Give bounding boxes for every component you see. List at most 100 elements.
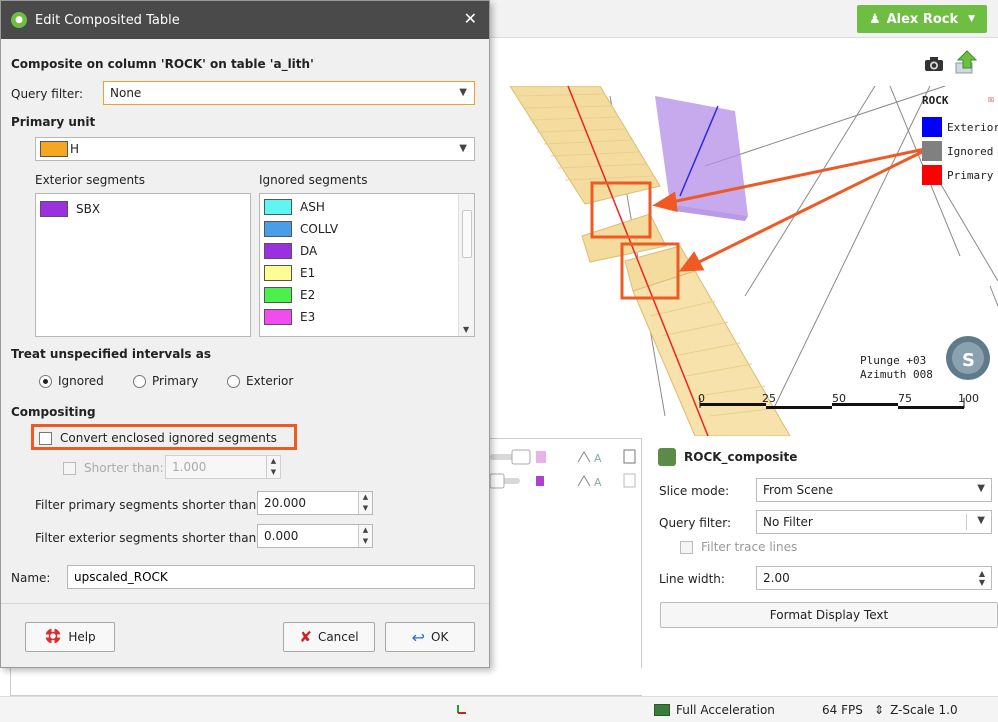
- treat-unspecified-label: Treat unspecified intervals as: [11, 347, 211, 361]
- list-item[interactable]: DA: [260, 240, 474, 262]
- name-label: Name:: [11, 571, 51, 585]
- object-row[interactable]: A: [489, 471, 640, 491]
- scene-toolbar: [490, 38, 998, 86]
- name-input[interactable]: [67, 565, 475, 589]
- status-bar: Full Acceleration 64 FPS ⇕ Z-Scale 1.0: [0, 696, 998, 722]
- svg-text:A: A: [594, 476, 602, 489]
- legend-swatch: [922, 117, 942, 137]
- list-item[interactable]: E2: [260, 284, 474, 306]
- zscale-status[interactable]: ⇕ Z-Scale 1.0: [874, 703, 958, 717]
- list-item[interactable]: E1: [260, 262, 474, 284]
- query-filter-select[interactable]: No Filter ▼: [756, 510, 992, 534]
- format-display-text-button[interactable]: Format Display Text: [660, 602, 998, 628]
- close-icon[interactable]: ✕: [464, 11, 477, 27]
- list-item[interactable]: COLLV: [260, 218, 474, 240]
- orientation-readout: Plunge +03 Azimuth 008: [860, 354, 933, 382]
- spinner-arrows-icon[interactable]: ▲ ▼: [979, 569, 985, 587]
- line-width-label: Line width:: [659, 572, 725, 586]
- chevron-down-icon: ▼: [459, 143, 467, 154]
- properties-header: ROCK_composite: [658, 448, 797, 466]
- filter-trace-lines-option[interactable]: Filter trace lines: [680, 540, 797, 554]
- radio-primary[interactable]: Primary: [133, 374, 198, 388]
- cancel-x-icon: ✘: [299, 628, 312, 646]
- share-upload-icon[interactable]: [954, 50, 978, 74]
- convert-enclosed-option[interactable]: Convert enclosed ignored segments: [39, 431, 277, 445]
- unit-swatch: [264, 221, 292, 237]
- object-row[interactable]: A: [490, 447, 640, 467]
- list-item[interactable]: SBX: [36, 198, 250, 220]
- primary-unit-swatch: [40, 141, 68, 157]
- legend-label: Exterior: [947, 120, 998, 134]
- plunge-readout: Plunge +03: [860, 354, 927, 367]
- spinner-arrows-icon[interactable]: ▲ ▼: [358, 525, 372, 547]
- list-scrollbar[interactable]: ▼: [458, 194, 474, 336]
- chevron-down-icon: ▼: [977, 483, 985, 494]
- zscale-icon: ⇕: [874, 703, 885, 717]
- unit-swatch: [264, 199, 292, 215]
- primary-unit-label: Primary unit: [11, 115, 96, 129]
- ignored-segments-list[interactable]: ASH COLLV DA E1 E2 E3 ▼: [259, 193, 475, 337]
- camera-icon[interactable]: [922, 52, 946, 76]
- unit-swatch: [264, 309, 292, 325]
- divider: [1, 603, 489, 604]
- ignored-segments-label: Ignored segments: [259, 173, 368, 187]
- composite-table-icon: [658, 448, 676, 466]
- legend-item: Ignored: [922, 139, 998, 163]
- compositing-label: Compositing: [11, 405, 96, 419]
- filter-primary-label: Filter primary segments shorter than:: [35, 498, 261, 512]
- slice-mode-select[interactable]: From Scene ▼: [756, 478, 992, 502]
- legend-item: Exterior: [922, 115, 998, 139]
- query-filter-label: Query filter:: [11, 87, 84, 101]
- user-icon: ♟: [868, 11, 881, 27]
- ok-button[interactable]: ↩ OK: [385, 622, 475, 652]
- properties-title: ROCK_composite: [684, 450, 798, 464]
- radio-ignored[interactable]: Ignored: [39, 374, 104, 388]
- scale-bar-labels: 0 25 50 75 100: [690, 392, 998, 410]
- 3d-scene-view[interactable]: S ROCK ☒ Exterior Ignored Primary Plunge…: [490, 86, 998, 436]
- shorter-than-option[interactable]: Shorter than:: [63, 461, 164, 475]
- acceleration-status: Full Acceleration: [654, 703, 775, 717]
- shorter-than-checkbox[interactable]: [63, 461, 76, 475]
- user-menu-button[interactable]: ♟ Alex Rock ▼: [857, 5, 987, 33]
- chevron-down-icon[interactable]: ▼: [463, 325, 469, 334]
- close-icon[interactable]: ☒: [988, 94, 994, 105]
- user-name: Alex Rock: [886, 11, 959, 27]
- legend-swatch: [922, 165, 942, 185]
- legend-label: Primary: [947, 168, 994, 182]
- filter-exterior-spinner[interactable]: 0.000 ▲ ▼: [257, 524, 373, 548]
- primary-unit-select[interactable]: H ▼: [35, 137, 475, 161]
- legend-item: Primary: [922, 163, 998, 187]
- list-item[interactable]: ASH: [260, 196, 474, 218]
- ok-arrow-icon: ↩: [411, 627, 426, 647]
- scene-legend: ROCK ☒ Exterior Ignored Primary: [922, 94, 998, 187]
- legend-title: ROCK: [922, 94, 949, 107]
- azimuth-readout: Azimuth 008: [860, 368, 933, 381]
- help-button[interactable]: Help: [25, 622, 115, 652]
- filter-trace-lines-checkbox[interactable]: [680, 540, 693, 554]
- legend-label: Ignored: [947, 144, 994, 158]
- convert-enclosed-checkbox[interactable]: [39, 431, 52, 445]
- dialog-titlebar[interactable]: ● Edit Composited Table ✕: [1, 1, 489, 39]
- spinner-arrows-icon[interactable]: ▲ ▼: [358, 492, 372, 514]
- scale-tick-label: 50: [832, 392, 846, 405]
- query-filter-label: Query filter:: [659, 516, 732, 530]
- scale-tick-label: 0: [698, 392, 705, 405]
- slice-mode-label: Slice mode:: [659, 484, 730, 498]
- properties-panel: ROCK_composite Slice mode: From Scene ▼ …: [652, 438, 998, 696]
- shorter-than-spinner[interactable]: 1.000 ▲ ▼: [165, 455, 281, 479]
- scale-tick-label: 100: [958, 392, 979, 405]
- filter-primary-spinner[interactable]: 20.000 ▲ ▼: [257, 491, 373, 515]
- exterior-segments-list[interactable]: SBX: [35, 193, 251, 337]
- cancel-button[interactable]: ✘ Cancel: [283, 622, 375, 652]
- radio-exterior[interactable]: Exterior: [227, 374, 293, 388]
- edit-composited-table-dialog: ● Edit Composited Table ✕ Composite on c…: [0, 0, 490, 668]
- list-item[interactable]: E3: [260, 306, 474, 328]
- scrollbar-thumb[interactable]: [462, 210, 472, 258]
- query-filter-select[interactable]: None ▼: [103, 81, 475, 105]
- spinner-arrows-icon[interactable]: ▲ ▼: [266, 456, 280, 478]
- svg-text:S: S: [962, 350, 975, 371]
- legend-swatch: [922, 141, 942, 161]
- scale-tick-label: 75: [898, 392, 912, 405]
- unit-swatch: [264, 243, 292, 259]
- line-width-spinner[interactable]: 2.00 ▲ ▼: [756, 566, 992, 590]
